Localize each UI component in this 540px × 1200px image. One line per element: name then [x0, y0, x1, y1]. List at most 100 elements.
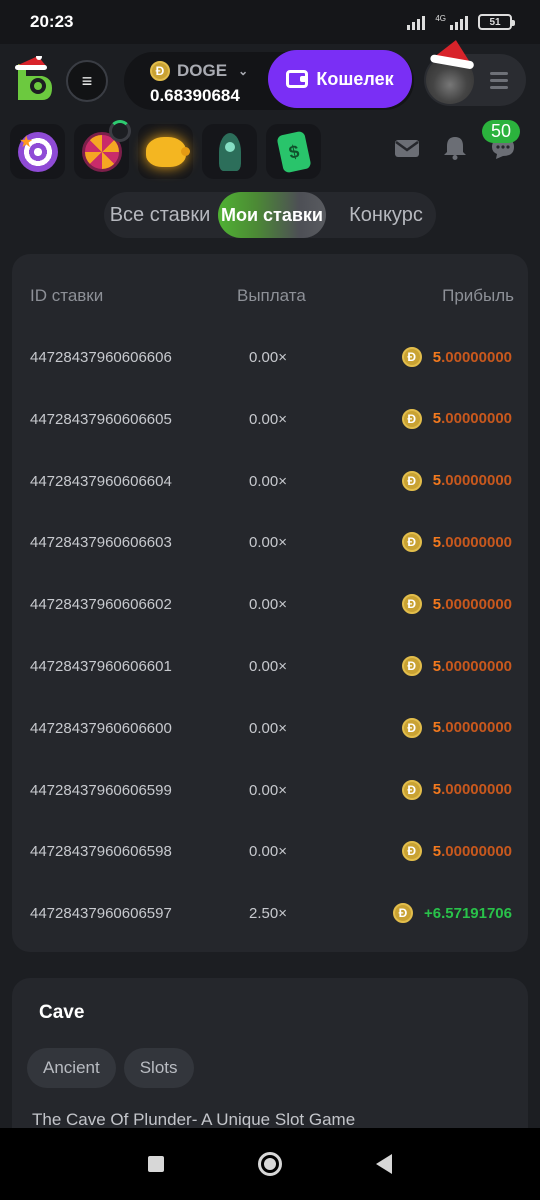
bet-profit: Ð 5.00000000	[401, 347, 512, 367]
avatar[interactable]	[426, 36, 476, 104]
home-icon[interactable]	[258, 1152, 282, 1176]
currency-name: DOGE	[177, 61, 228, 80]
table-row[interactable]: 44728437960606597 2.50× Ð +6.57191706	[30, 901, 512, 929]
bet-id: 44728437960606601	[30, 658, 172, 675]
bet-payout: 0.00×	[249, 596, 287, 614]
tag-chip[interactable]: Ancient	[27, 1048, 116, 1088]
bets-table: ID ставки Выплата Прибыль 44728437960606…	[12, 254, 528, 952]
profit-value: 5.00000000	[433, 410, 512, 427]
profit-value: 5.00000000	[433, 596, 512, 613]
tab-my-bets[interactable]: Мои ставки	[218, 192, 326, 238]
table-row[interactable]: 44728437960606601 0.00× Ð 5.00000000	[30, 654, 512, 682]
mail-icon	[395, 140, 419, 157]
tab-all-bets[interactable]: Все ставки	[100, 192, 220, 238]
table-row[interactable]: 44728437960606602 0.00× Ð 5.00000000	[30, 592, 512, 620]
doge-coin-icon: Ð	[401, 532, 422, 553]
bet-payout: 0.00×	[249, 658, 287, 675]
bet-payout: 0.00×	[249, 534, 287, 552]
table-row[interactable]: 44728437960606605 0.00× Ð 5.00000000	[30, 407, 512, 435]
chevron-down-icon: ⌄	[238, 64, 249, 78]
wallet-label: Кошелек	[316, 68, 394, 89]
back-icon[interactable]	[376, 1154, 392, 1174]
currency-selector[interactable]: Ð DOGE ⌄	[150, 61, 248, 81]
price-tag-icon: $	[275, 130, 312, 173]
bet-profit: Ð 5.00000000	[401, 408, 512, 429]
battery-icon: 51	[478, 14, 515, 30]
profit-value: 5.00000000	[433, 658, 512, 675]
profit-value: 5.00000000	[433, 781, 512, 798]
tag-chip[interactable]: Slots	[123, 1048, 194, 1088]
mail-button[interactable]	[394, 136, 420, 160]
game-promo-tag[interactable]: $	[266, 124, 321, 179]
status-bar: 20:23 4G 51	[0, 0, 540, 44]
profit-int: +6.57191706	[423, 904, 512, 922]
doge-coin-icon: Ð	[401, 717, 422, 738]
status-time: 20:23	[30, 12, 74, 31]
menu-button[interactable]: ≡	[66, 60, 108, 102]
game-dice-target[interactable]: ★	[10, 124, 65, 179]
game-description: The Cave Of Plunder- A Unique Slot Game	[32, 1110, 356, 1129]
bet-profit: Ð 5.00000000	[401, 470, 512, 491]
bet-payout: 0.00×	[249, 472, 287, 490]
status-icons: 4G 51	[407, 14, 515, 30]
tab-contest[interactable]: Конкурс	[336, 192, 436, 238]
profit-frac: .00000000	[441, 781, 512, 799]
header: ≡ Ð DOGE ⌄ 0.68390684 Кошелек	[0, 36, 540, 116]
bet-id: 44728437960606598	[30, 843, 172, 861]
profit-frac: .00000000	[441, 719, 512, 737]
profit-frac: .00000000	[441, 595, 512, 613]
profit-frac: .00000000	[441, 657, 512, 675]
table-row[interactable]: 44728437960606603 0.00× Ð 5.00000000	[30, 530, 512, 558]
table-row[interactable]: 44728437960606598 0.00× Ð 5.00000000	[30, 839, 512, 867]
profit-int: 5	[432, 595, 442, 613]
doge-coin-icon: Ð	[401, 347, 422, 367]
header-actions: 50	[394, 120, 521, 160]
game-rocket[interactable]	[202, 124, 257, 179]
column-header-profit: Прибыль	[442, 286, 514, 305]
system-nav-bar	[0, 1128, 540, 1200]
doge-coin-icon: Ð	[401, 779, 422, 800]
bet-payout: 0.00×	[249, 781, 287, 799]
game-title: Cave	[39, 1002, 85, 1023]
profit-int: 5	[432, 410, 442, 428]
game-piggy-bank[interactable]	[138, 124, 193, 179]
game-tags: Ancient Slots	[27, 1048, 194, 1088]
bet-payout: 0.00×	[249, 843, 287, 861]
progress-ring-icon	[109, 120, 131, 142]
table-row[interactable]: 44728437960606599 0.00× Ð 5.00000000	[30, 778, 512, 806]
game-wheel[interactable]	[74, 120, 131, 179]
bet-profit: Ð 5.00000000	[401, 717, 512, 738]
profit-int: 5	[432, 472, 442, 490]
bet-profit: Ð 5.00000000	[401, 779, 512, 800]
profit-value: 5.00000000	[433, 472, 512, 489]
bet-id: 44728437960606605	[30, 410, 172, 428]
profit-frac: .00000000	[441, 472, 512, 490]
profit-value: 5.00000000	[433, 843, 512, 860]
profit-int: 5	[432, 719, 442, 737]
doge-coin-icon: Ð	[401, 841, 422, 862]
rocket-icon	[218, 132, 241, 171]
logo-icon[interactable]	[12, 56, 54, 104]
table-row[interactable]: 44728437960606604 0.00× Ð 5.00000000	[30, 469, 512, 497]
column-header-id: ID ставки	[30, 286, 104, 305]
user-menu-icon	[490, 72, 508, 93]
profit-int: 5	[432, 781, 442, 799]
profit-int: 5	[432, 657, 442, 675]
bet-id: 44728437960606602	[30, 596, 172, 614]
profit-value: +6.57191706	[424, 905, 512, 922]
recents-icon[interactable]	[148, 1156, 164, 1172]
wallet-button[interactable]: Кошелек	[268, 50, 412, 108]
balance-amount: 0.68390684	[150, 86, 240, 105]
signal-icon	[407, 14, 426, 30]
bet-profit: Ð 5.00000000	[401, 594, 512, 615]
profit-int: 5	[432, 348, 442, 366]
table-row[interactable]: 44728437960606606 0.00× Ð 5.00000000	[30, 345, 512, 373]
doge-coin-icon: Ð	[150, 61, 170, 81]
profit-value: 5.00000000	[433, 534, 512, 551]
user-menu[interactable]	[424, 36, 526, 106]
bet-id: 44728437960606604	[30, 472, 172, 490]
notifications-button[interactable]	[442, 136, 468, 160]
table-row[interactable]: 44728437960606600 0.00× Ð 5.00000000	[30, 716, 512, 744]
chat-button[interactable]: 50	[482, 120, 521, 160]
profit-int: 5	[432, 842, 442, 860]
